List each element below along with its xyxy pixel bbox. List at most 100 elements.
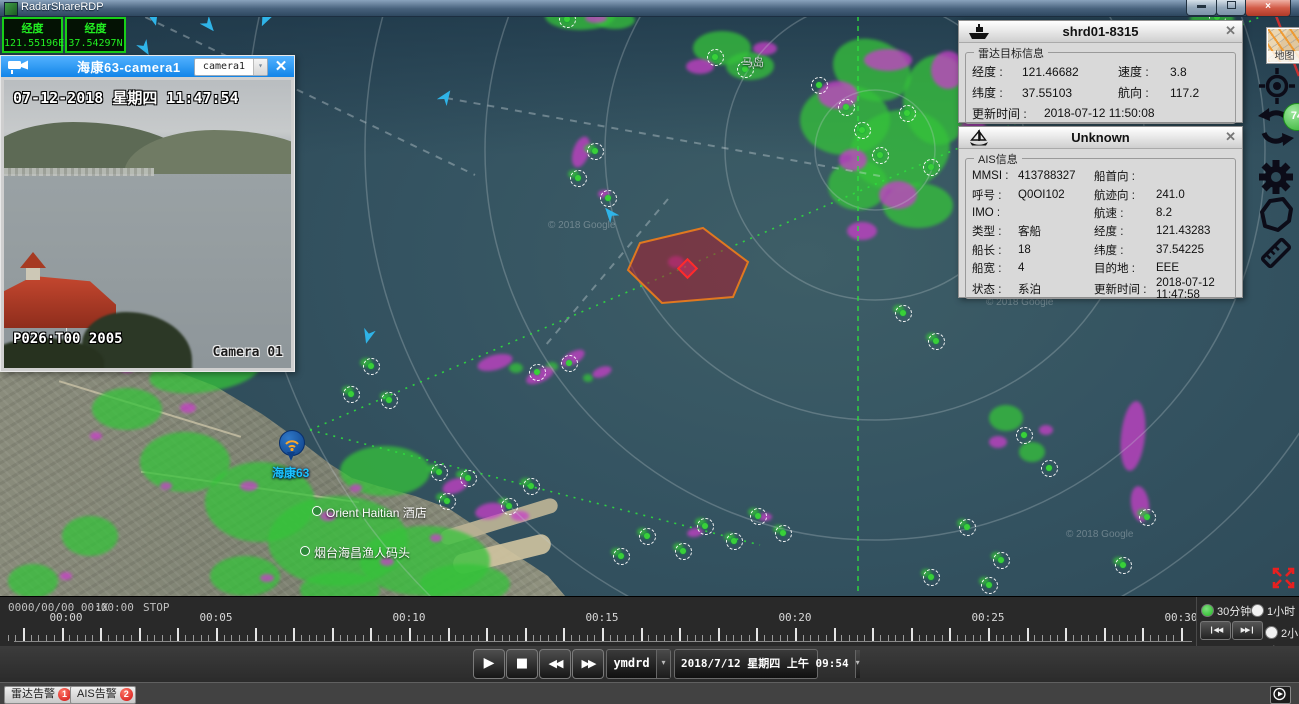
ais-alarm-button[interactable]: AIS告警 2 bbox=[70, 686, 136, 704]
camera-panel-header[interactable]: 海康63-camera1 camera1 ▾ ✕ bbox=[1, 56, 294, 77]
tracked-target-marker[interactable] bbox=[639, 528, 656, 545]
tracked-target-marker[interactable] bbox=[726, 533, 743, 550]
window-title: RadarShareRDP bbox=[21, 1, 104, 13]
tracked-target-marker[interactable] bbox=[1115, 557, 1132, 574]
ruler-minor-tick bbox=[38, 635, 39, 641]
restore-button[interactable] bbox=[1216, 0, 1246, 16]
tracked-target-marker[interactable] bbox=[363, 358, 380, 375]
camera-close-icon[interactable]: ✕ bbox=[272, 57, 290, 75]
close-button[interactable]: × bbox=[1245, 0, 1291, 17]
ruler-minor-tick bbox=[1011, 635, 1012, 641]
radar-panel-close-icon[interactable]: ✕ bbox=[1225, 23, 1236, 39]
playback-datetime-value: 2018/7/12 星期四 上午 09:54 bbox=[675, 650, 855, 678]
tracked-target-marker[interactable] bbox=[775, 525, 792, 542]
duration-radio-1h[interactable]: 1小时 bbox=[1251, 602, 1295, 620]
tracked-target-marker[interactable] bbox=[959, 519, 976, 536]
locate-button[interactable] bbox=[1257, 66, 1297, 106]
tracked-target-marker[interactable] bbox=[460, 470, 477, 487]
skip-prev-button[interactable]: ❙◀◀ bbox=[1200, 621, 1231, 640]
camera-video-frame[interactable]: 07-12-2018 星期四 11:47:54 P026:T00 2005 Ca… bbox=[4, 80, 291, 368]
ruler-minor-tick bbox=[571, 635, 572, 641]
ruler-minor-tick bbox=[710, 635, 711, 641]
tracked-target-marker[interactable] bbox=[750, 508, 767, 525]
skip-next-button[interactable]: ▶▶❙ bbox=[1232, 621, 1263, 640]
tracked-target-marker[interactable] bbox=[587, 143, 604, 160]
tracked-target-marker[interactable] bbox=[923, 569, 940, 586]
tracked-target-marker[interactable] bbox=[1016, 427, 1033, 444]
duration-radio-30min[interactable]: 30分钟 bbox=[1201, 602, 1251, 620]
ruler-minor-tick bbox=[548, 635, 549, 641]
tracked-target-marker[interactable] bbox=[899, 105, 916, 122]
ruler-major-tick bbox=[370, 628, 372, 641]
ruler-major-tick bbox=[293, 628, 295, 641]
tracked-target-marker[interactable] bbox=[439, 493, 456, 510]
ruler-minor-tick bbox=[324, 635, 325, 641]
playback-datetime-picker[interactable]: 2018/7/12 星期四 上午 09:54 ▾ bbox=[674, 649, 818, 679]
ruler-minor-tick bbox=[810, 635, 811, 641]
minimize-button[interactable] bbox=[1186, 0, 1217, 16]
ais-panel-close-icon[interactable]: ✕ bbox=[1225, 129, 1236, 145]
tracked-target-marker[interactable] bbox=[613, 548, 630, 565]
ruler-major-tick bbox=[100, 628, 102, 641]
tracked-target-marker[interactable] bbox=[600, 190, 617, 207]
ruler-major-tick bbox=[486, 628, 488, 641]
field-label: 更新时间 : bbox=[972, 105, 1044, 122]
tracked-target-marker[interactable] bbox=[707, 49, 724, 66]
tracked-target-marker[interactable] bbox=[343, 386, 360, 403]
tracked-target-marker[interactable] bbox=[529, 364, 546, 381]
turret bbox=[20, 252, 46, 280]
ruler-major-tick bbox=[602, 628, 604, 641]
rewind-button[interactable]: ◀◀ bbox=[539, 649, 571, 679]
ruler-minor-tick bbox=[926, 635, 927, 641]
field-value: 121.46682 bbox=[1022, 65, 1118, 79]
radar-alarm-button[interactable]: 雷达告警 1 bbox=[4, 686, 74, 704]
stop-button[interactable]: ■ bbox=[506, 649, 538, 679]
playback-mode-select[interactable]: ymdrd ▾ bbox=[606, 649, 671, 679]
ruler-minor-tick bbox=[440, 635, 441, 641]
play-button[interactable]: ▶ bbox=[473, 649, 505, 679]
camera-station-pin[interactable] bbox=[279, 430, 304, 462]
ais-panel-header[interactable]: Unknown ✕ bbox=[959, 127, 1242, 149]
tracked-target-marker[interactable] bbox=[854, 122, 871, 139]
camera-select[interactable]: camera1 ▾ bbox=[194, 58, 268, 76]
tracked-target-marker[interactable] bbox=[697, 518, 714, 535]
tracked-target-marker[interactable] bbox=[561, 355, 578, 372]
window-titlebar[interactable]: RadarShareRDP × bbox=[0, 0, 1299, 17]
tracked-target-marker[interactable] bbox=[928, 333, 945, 350]
timeline-ruler[interactable]: 00:0000:0500:1000:1500:2000:2500:30 bbox=[0, 597, 1196, 647]
field-value: 系泊 bbox=[1018, 281, 1094, 297]
tracked-target-marker[interactable] bbox=[993, 552, 1010, 569]
tracked-target-marker[interactable] bbox=[523, 478, 540, 495]
tracked-target-marker[interactable] bbox=[1041, 460, 1058, 477]
tray-playback-button[interactable] bbox=[1270, 686, 1291, 704]
tracked-target-marker[interactable] bbox=[501, 498, 518, 515]
field-value: 18 bbox=[1018, 244, 1094, 256]
ruler-time-label: 00:30 bbox=[1164, 611, 1197, 624]
tracked-target-marker[interactable] bbox=[923, 159, 940, 176]
map-preview-button[interactable]: 地图 bbox=[1266, 27, 1299, 64]
tracked-target-marker[interactable] bbox=[431, 464, 448, 481]
ruler-minor-tick bbox=[92, 635, 93, 641]
measure-button[interactable] bbox=[1255, 232, 1297, 274]
tracked-target-marker[interactable] bbox=[675, 543, 692, 560]
map-place-label: 马岛 bbox=[742, 54, 764, 70]
tracked-target-marker[interactable] bbox=[872, 147, 889, 164]
ruler-time-label: 00:10 bbox=[392, 611, 425, 624]
ruler-minor-tick bbox=[841, 635, 842, 641]
fullscreen-button[interactable] bbox=[1270, 562, 1297, 594]
region-button[interactable] bbox=[1256, 195, 1296, 235]
tracked-target-marker[interactable] bbox=[811, 77, 828, 94]
tracked-target-marker[interactable] bbox=[381, 392, 398, 409]
tracked-target-marker[interactable] bbox=[838, 99, 855, 116]
tracked-target-marker[interactable] bbox=[981, 577, 998, 594]
tracked-target-marker[interactable] bbox=[895, 305, 912, 322]
settings-button[interactable] bbox=[1256, 157, 1296, 197]
fast-forward-button[interactable]: ▶▶ bbox=[572, 649, 604, 679]
radar-panel-header[interactable]: shrd01-8315 ✕ bbox=[959, 21, 1242, 43]
field-label: 目的地 : bbox=[1094, 260, 1156, 276]
ruler-major-tick bbox=[1142, 628, 1144, 641]
ruler-minor-tick bbox=[919, 635, 920, 641]
field-label: 速度 : bbox=[1118, 63, 1170, 80]
tracked-target-marker[interactable] bbox=[570, 170, 587, 187]
tracked-target-marker[interactable] bbox=[1139, 509, 1156, 526]
